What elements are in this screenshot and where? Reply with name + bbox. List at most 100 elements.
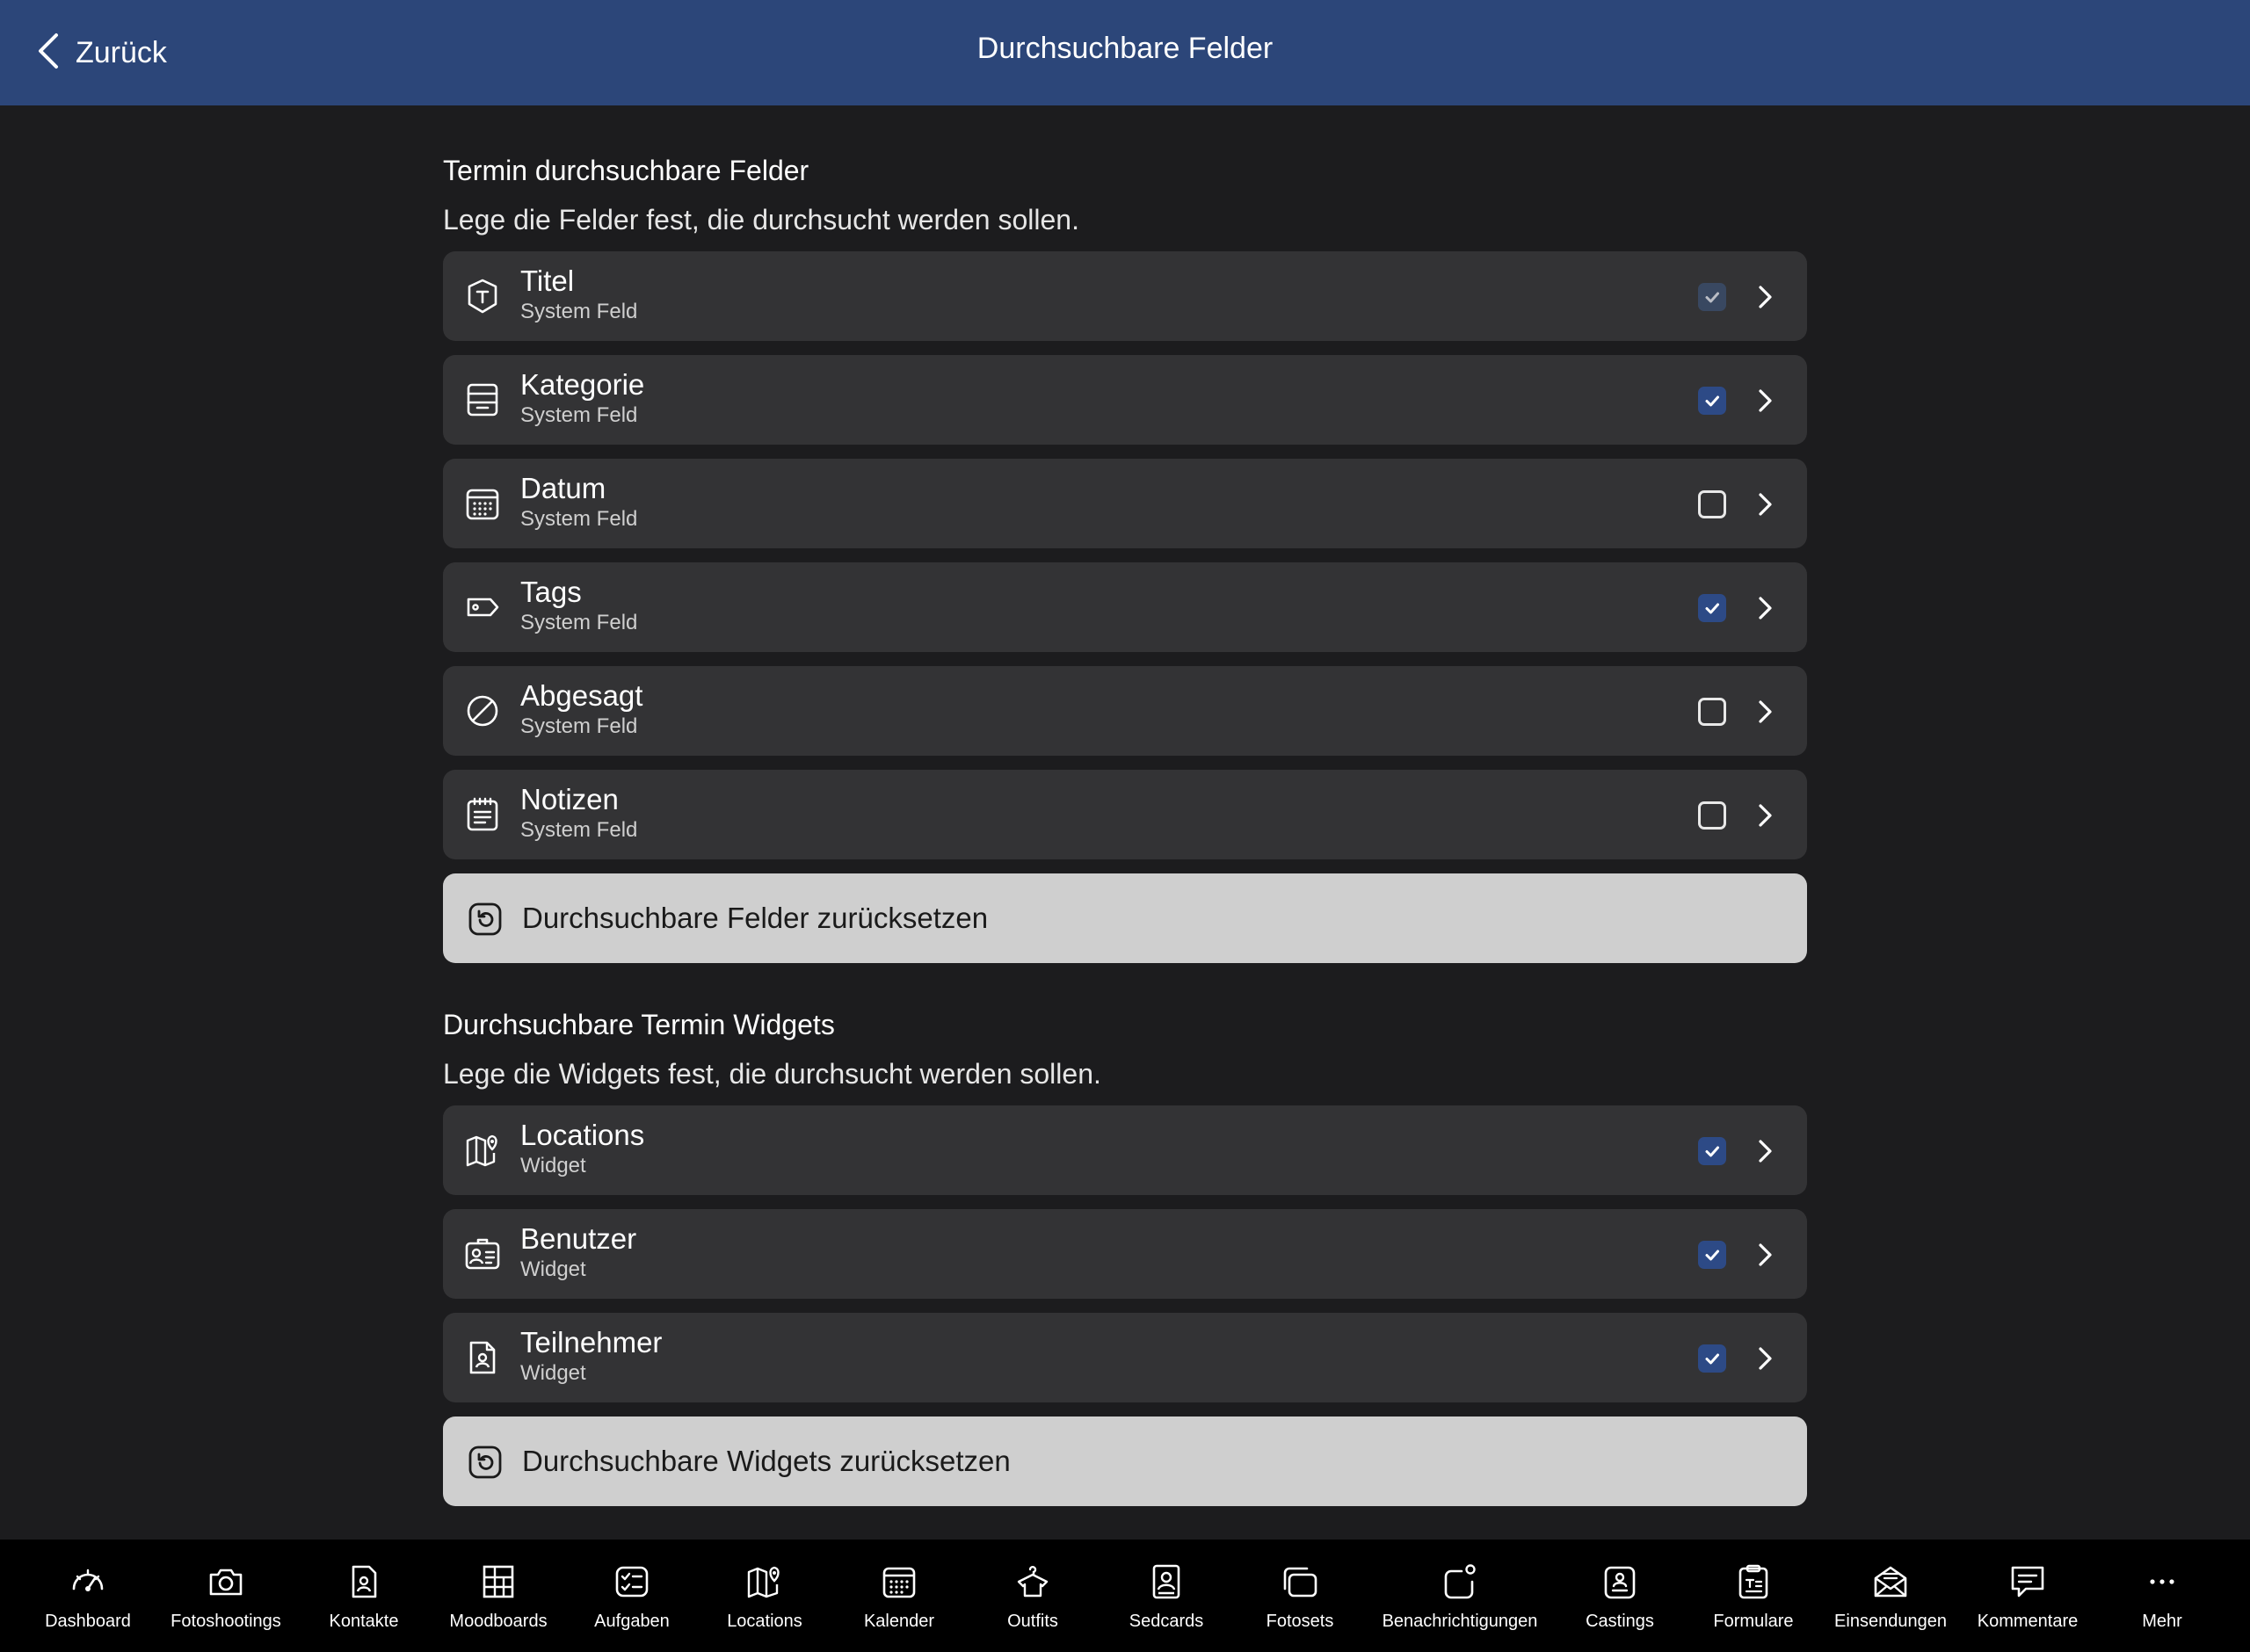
tab-fotosets[interactable]: Fotosets [1230, 1540, 1370, 1652]
tab-label: Kontakte [329, 1612, 399, 1631]
tab-moodboards[interactable]: Moodboards [428, 1540, 569, 1652]
field-checkbox-abgesagt[interactable] [1698, 698, 1726, 726]
chevron-right-icon [1751, 490, 1779, 518]
dashboard-gauge-icon [72, 1569, 104, 1591]
widget-checkbox-locations[interactable] [1698, 1137, 1726, 1165]
field-subtitle: System Feld [520, 300, 638, 323]
field-title: Datum [520, 472, 606, 504]
notification-badge-icon [1444, 1564, 1476, 1599]
tab-label: Moodboards [449, 1612, 548, 1631]
moodboard-grid-icon [483, 1565, 514, 1598]
chevron-right-icon [1751, 698, 1779, 726]
person-document-icon [464, 1339, 501, 1376]
widget-title: Benutzer [520, 1222, 637, 1255]
tab-formulare[interactable]: Formulare [1683, 1540, 1824, 1652]
tab-label: Formulare [1713, 1612, 1794, 1631]
field-checkbox-datum[interactable] [1698, 490, 1726, 518]
field-subtitle: System Feld [520, 818, 638, 842]
widgets-section-title: Durchsuchbare Termin Widgets [443, 1009, 835, 1040]
field-title: Kategorie [520, 368, 645, 401]
tab-fotoshootings[interactable]: Fotoshootings [156, 1540, 296, 1652]
bottom-tab-bar: Dashboard Fotoshootings Kontakte Moodboa… [0, 1540, 2250, 1652]
field-checkbox-tags[interactable] [1698, 594, 1726, 622]
checkmark-icon [1705, 1353, 1719, 1365]
field-row-datum[interactable]: Datum System Feld [443, 459, 1807, 548]
calendar-icon [882, 1567, 916, 1598]
tab-aufgaben[interactable]: Aufgaben [562, 1540, 702, 1652]
cancel-circle-icon [464, 692, 501, 729]
tab-dashboard[interactable]: Dashboard [18, 1540, 158, 1652]
widget-row-locations[interactable]: Locations Widget [443, 1105, 1807, 1195]
tab-label: Kommentare [1977, 1612, 2079, 1631]
widget-row-teilnehmer[interactable]: Teilnehmer Widget [443, 1313, 1807, 1402]
field-checkbox-notizen[interactable] [1698, 801, 1726, 830]
reset-icon [468, 902, 503, 937]
checkmark-icon [1705, 292, 1719, 303]
widget-subtitle: Widget [520, 1257, 586, 1281]
title-tag-icon [464, 278, 501, 315]
tab-label: Locations [727, 1612, 802, 1631]
id-card-icon [464, 1235, 501, 1272]
field-subtitle: System Feld [520, 611, 638, 634]
chevron-right-icon [1751, 1137, 1779, 1165]
reset-fields-label: Durchsuchbare Felder zurücksetzen [522, 902, 989, 934]
tab-label: Kalender [863, 1612, 935, 1631]
mail-envelope-icon [1874, 1566, 1907, 1598]
field-row-abgesagt[interactable]: Abgesagt System Feld [443, 666, 1807, 756]
page-title: Durchsuchbare Felder [976, 32, 1274, 65]
contact-document-icon [352, 1565, 377, 1598]
widget-checkbox-teilnehmer[interactable] [1698, 1344, 1726, 1373]
field-checkbox-kategorie[interactable] [1698, 387, 1726, 415]
widget-row-benutzer[interactable]: Benutzer Widget [443, 1209, 1807, 1299]
tab-sedcards[interactable]: Sedcards [1096, 1540, 1237, 1652]
field-title: Notizen [520, 783, 619, 815]
field-checkbox-titel[interactable] [1698, 283, 1726, 311]
tab-castings[interactable]: Castings [1550, 1540, 1690, 1652]
fields-section-description: Lege die Felder fest, die durchsucht wer… [443, 204, 1079, 235]
reset-icon [468, 1445, 503, 1480]
field-title: Tags [520, 576, 582, 608]
settings-content: Termin durchsuchbare Felder Lege die Fel… [443, 105, 1807, 1545]
tab-kommentare[interactable]: Kommentare [1957, 1540, 2098, 1652]
tab-locations[interactable]: Locations [694, 1540, 835, 1652]
chevron-right-icon [1751, 1241, 1779, 1269]
widget-checkbox-benutzer[interactable] [1698, 1241, 1726, 1269]
more-dots-icon [2150, 1579, 2174, 1584]
field-subtitle: System Feld [520, 403, 638, 427]
sedcard-portrait-icon [1152, 1564, 1180, 1599]
reset-widgets-button[interactable]: Durchsuchbare Widgets zurücksetzen [443, 1417, 1807, 1506]
field-row-titel[interactable]: Titel System Feld [443, 251, 1807, 341]
checkmark-icon [1705, 395, 1719, 407]
notes-icon [464, 796, 501, 833]
tab-mehr[interactable]: Mehr [2092, 1540, 2232, 1652]
tab-label: Einsendungen [1834, 1612, 1947, 1631]
chevron-right-icon [1751, 387, 1779, 415]
tab-einsendungen[interactable]: Einsendungen [1820, 1540, 1961, 1652]
tab-kalender[interactable]: Kalender [829, 1540, 969, 1652]
tab-outfits[interactable]: Outfits [962, 1540, 1103, 1652]
tag-icon [464, 589, 501, 626]
field-row-notizen[interactable]: Notizen System Feld [443, 770, 1807, 859]
top-navigation-bar: Zurück Durchsuchbare Felder [0, 0, 2250, 105]
field-subtitle: System Feld [520, 714, 638, 738]
camera-icon [209, 1569, 243, 1596]
field-row-kategorie[interactable]: Kategorie System Feld [443, 355, 1807, 445]
tab-label: Dashboard [45, 1612, 131, 1631]
tab-benachrichtigungen[interactable]: Benachrichtigungen [1372, 1540, 1548, 1652]
reset-fields-button[interactable]: Durchsuchbare Felder zurücksetzen [443, 873, 1807, 963]
map-pin-icon [747, 1566, 780, 1598]
tab-label: Castings [1586, 1612, 1654, 1631]
field-row-tags[interactable]: Tags System Feld [443, 562, 1807, 652]
casting-badge-icon [1604, 1566, 1636, 1599]
tab-label: Mehr [2142, 1612, 2182, 1631]
tab-kontakte[interactable]: Kontakte [294, 1540, 434, 1652]
category-stack-icon [464, 381, 501, 418]
chevron-right-icon [1751, 1344, 1779, 1373]
chevron-right-icon [1751, 594, 1779, 622]
calendar-icon [464, 485, 501, 522]
form-clipboard-icon [1738, 1564, 1768, 1599]
tab-label: Fotoshootings [171, 1612, 281, 1631]
tab-label: Benachrichtigungen [1382, 1612, 1538, 1631]
tab-label: Aufgaben [594, 1612, 670, 1631]
tab-label: Outfits [1007, 1612, 1058, 1631]
